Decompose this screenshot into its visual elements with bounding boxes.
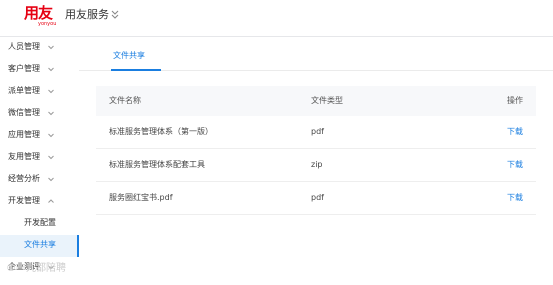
sidebar-item-label: 开发管理 [8, 196, 40, 205]
yonyou-logo[interactable]: 用友 yonyou [24, 4, 64, 32]
sidebar-item-label: 经营分析 [8, 174, 40, 183]
app-title[interactable]: 用友服务 [65, 8, 109, 22]
chevron-down-icon [48, 45, 54, 50]
sidebar-nav: 人员管理 客户管理 派单管理 微信管理 应用管理 友用管理 经营分析 开发管理 [0, 37, 79, 285]
sidebar-item-label: 应用管理 [8, 130, 40, 139]
sidebar-item-label: 微信管理 [8, 108, 40, 117]
sidebar-item-wechat[interactable]: 微信管理 [0, 103, 79, 125]
sidebar-item-youyong[interactable]: 友用管理 [0, 147, 79, 169]
file-name-cell: 服务圈红宝书.pdf [109, 193, 173, 202]
top-header: 用友 yonyou 用友服务 [0, 0, 553, 37]
logo-subtext: yonyou [38, 21, 57, 27]
column-header-type: 文件类型 [311, 96, 343, 105]
sidebar-item-label: 人员管理 [8, 42, 40, 51]
table-header: 文件名称 文件类型 操作 [96, 86, 536, 116]
tab-bar: 文件共享 [79, 37, 553, 71]
sidebar-subitem-dev-config[interactable]: 开发配置 [0, 213, 79, 235]
logo-text: 用友 [24, 4, 53, 22]
sidebar-item-analytics[interactable]: 经营分析 [0, 169, 79, 191]
sidebar-item-dispatch[interactable]: 派单管理 [0, 81, 79, 103]
file-type-cell: pdf [311, 193, 324, 202]
column-header-name: 文件名称 [109, 96, 141, 105]
sidebar-item-personnel[interactable]: 人员管理 [0, 37, 79, 59]
download-link[interactable]: 下载 [507, 192, 523, 204]
chevron-down-icon [48, 133, 54, 138]
app-window: 用友 yonyou 用友服务 人员管理 客户管理 派单管理 微信管理 应用管理 [0, 0, 553, 285]
chevron-down-icon [48, 67, 54, 72]
chevron-up-icon [48, 199, 54, 203]
download-link[interactable]: 下载 [507, 159, 523, 171]
sidebar-item-label: 友用管理 [8, 152, 40, 161]
sidebar-item-label: 派单管理 [8, 86, 40, 95]
file-name-cell: 标准服务管理体系（第一版） [109, 127, 213, 136]
table-row: 标准服务管理体系配套工具 zip 下载 [96, 149, 536, 182]
chevron-down-icon [48, 89, 54, 94]
sidebar-subitem-file-share[interactable]: 文件共享 [0, 235, 79, 257]
download-link[interactable]: 下载 [507, 126, 523, 138]
main-content: 文件共享 文件名称 文件类型 操作 标准服务管理体系（第一版） pdf 下载 标… [79, 37, 553, 285]
sidebar-item-apps[interactable]: 应用管理 [0, 125, 79, 147]
chevron-down-icon [48, 177, 54, 182]
sidebar-item-development[interactable]: 开发管理 [0, 191, 79, 213]
file-type-cell: zip [311, 160, 323, 169]
double-chevron-down-icon[interactable] [111, 10, 119, 20]
tab-active-underline [111, 69, 161, 71]
chevron-down-icon [48, 155, 54, 160]
chevron-down-icon [48, 111, 54, 116]
watermark: ©一九都陪聘 [6, 263, 66, 274]
file-type-cell: pdf [311, 127, 324, 136]
tab-file-share[interactable]: 文件共享 [113, 50, 145, 62]
sidebar-item-label: 文件共享 [24, 240, 56, 249]
sidebar-item-customers[interactable]: 客户管理 [0, 59, 79, 81]
table-row: 标准服务管理体系（第一版） pdf 下载 [96, 116, 536, 149]
table-row: 服务圈红宝书.pdf pdf 下载 [96, 182, 536, 215]
sidebar-item-label: 开发配置 [24, 218, 56, 227]
sidebar-item-label: 客户管理 [8, 64, 40, 73]
file-name-cell: 标准服务管理体系配套工具 [109, 160, 205, 169]
column-header-action: 操作 [507, 96, 523, 105]
